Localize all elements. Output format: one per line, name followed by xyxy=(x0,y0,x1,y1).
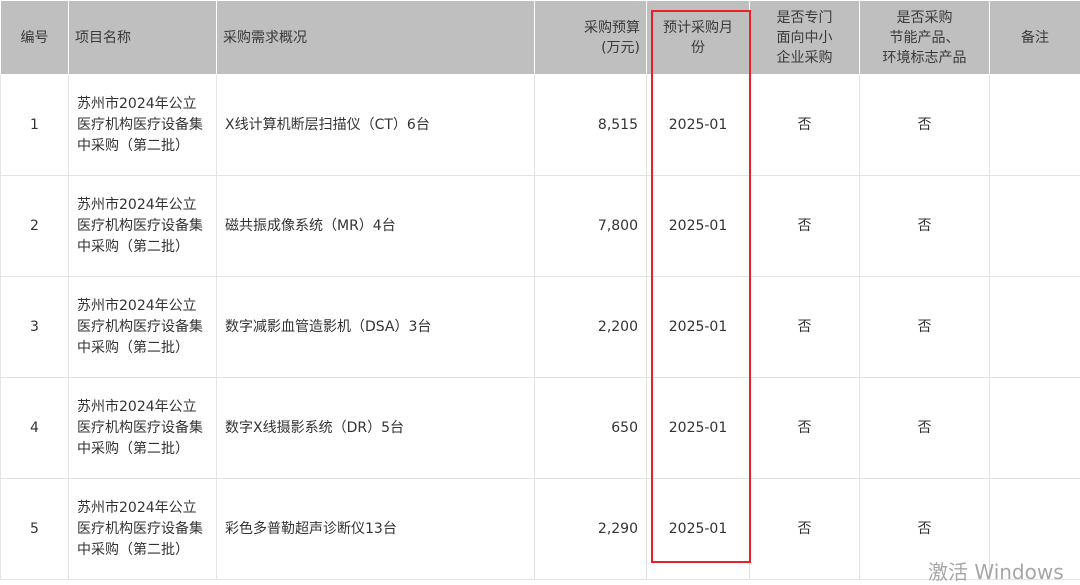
cell-budget: 7,800 xyxy=(535,176,647,277)
cell-sme: 否 xyxy=(750,176,860,277)
cell-budget: 650 xyxy=(535,378,647,479)
cell-project: 苏州市2024年公立医疗机构医疗设备集中采购（第二批） xyxy=(69,75,217,176)
cell-demand: 数字X线摄影系统（DR）5台 xyxy=(217,378,535,479)
cell-remark xyxy=(990,75,1080,176)
cell-no: 3 xyxy=(1,277,69,378)
cell-project: 苏州市2024年公立医疗机构医疗设备集中采购（第二批） xyxy=(69,277,217,378)
cell-project: 苏州市2024年公立医疗机构医疗设备集中采购（第二批） xyxy=(69,479,217,580)
cell-remark xyxy=(990,176,1080,277)
header-no: 编号 xyxy=(1,1,69,75)
header-row: 编号 项目名称 采购需求概况 采购预算 (万元) 预计采购月 份 是否专门 面向… xyxy=(1,1,1080,75)
header-project: 项目名称 xyxy=(69,1,217,75)
cell-no: 5 xyxy=(1,479,69,580)
cell-month: 2025-01 xyxy=(647,277,750,378)
header-remark: 备注 xyxy=(990,1,1080,75)
table-row: 1 苏州市2024年公立医疗机构医疗设备集中采购（第二批） X线计算机断层扫描仪… xyxy=(1,75,1080,176)
activation-watermark: 激活 Windows xyxy=(928,556,1064,585)
cell-remark xyxy=(990,378,1080,479)
header-sme: 是否专门 面向中小 企业采购 xyxy=(750,1,860,75)
table-row: 4 苏州市2024年公立医疗机构医疗设备集中采购（第二批） 数字X线摄影系统（D… xyxy=(1,378,1080,479)
cell-eco: 否 xyxy=(860,75,990,176)
cell-no: 4 xyxy=(1,378,69,479)
cell-remark xyxy=(990,277,1080,378)
cell-sme: 否 xyxy=(750,277,860,378)
cell-budget: 8,515 xyxy=(535,75,647,176)
table-row: 2 苏州市2024年公立医疗机构医疗设备集中采购（第二批） 磁共振成像系统（MR… xyxy=(1,176,1080,277)
cell-sme: 否 xyxy=(750,378,860,479)
cell-demand: 磁共振成像系统（MR）4台 xyxy=(217,176,535,277)
cell-no: 1 xyxy=(1,75,69,176)
cell-project: 苏州市2024年公立医疗机构医疗设备集中采购（第二批） xyxy=(69,176,217,277)
header-budget: 采购预算 (万元) xyxy=(535,1,647,75)
cell-demand: 彩色多普勒超声诊断仪13台 xyxy=(217,479,535,580)
header-demand: 采购需求概况 xyxy=(217,1,535,75)
header-eco: 是否采购 节能产品、 环境标志产品 xyxy=(860,1,990,75)
cell-budget: 2,200 xyxy=(535,277,647,378)
cell-eco: 否 xyxy=(860,277,990,378)
cell-eco: 否 xyxy=(860,176,990,277)
header-month: 预计采购月 份 xyxy=(647,1,750,75)
cell-sme: 否 xyxy=(750,479,860,580)
cell-month: 2025-01 xyxy=(647,378,750,479)
cell-project: 苏州市2024年公立医疗机构医疗设备集中采购（第二批） xyxy=(69,378,217,479)
cell-budget: 2,290 xyxy=(535,479,647,580)
procurement-table: 编号 项目名称 采购需求概况 采购预算 (万元) 预计采购月 份 是否专门 面向… xyxy=(0,0,1080,580)
cell-no: 2 xyxy=(1,176,69,277)
cell-demand: X线计算机断层扫描仪（CT）6台 xyxy=(217,75,535,176)
cell-month: 2025-01 xyxy=(647,75,750,176)
table-row: 5 苏州市2024年公立医疗机构医疗设备集中采购（第二批） 彩色多普勒超声诊断仪… xyxy=(1,479,1080,580)
cell-month: 2025-01 xyxy=(647,176,750,277)
cell-eco: 否 xyxy=(860,378,990,479)
table-row: 3 苏州市2024年公立医疗机构医疗设备集中采购（第二批） 数字减影血管造影机（… xyxy=(1,277,1080,378)
cell-month: 2025-01 xyxy=(647,479,750,580)
cell-demand: 数字减影血管造影机（DSA）3台 xyxy=(217,277,535,378)
cell-sme: 否 xyxy=(750,75,860,176)
